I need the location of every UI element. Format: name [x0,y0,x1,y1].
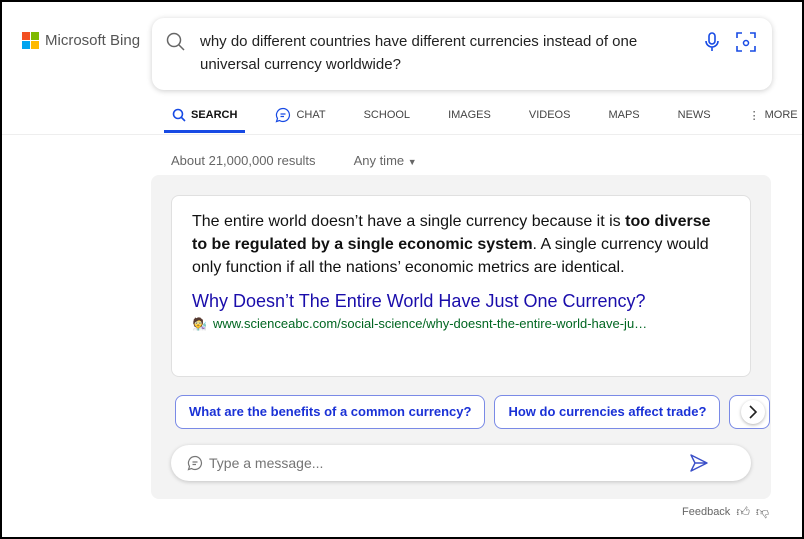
result-link[interactable]: Why Doesn’t The Entire World Have Just O… [192,291,730,312]
microphone-icon[interactable] [704,32,720,52]
answer-pre: The entire world doesn’t have a single c… [192,213,626,230]
tab-school[interactable]: SCHOOL [356,100,418,130]
bing-logo[interactable]: Microsoft Bing [22,32,140,49]
tab-label: IMAGES [448,109,491,121]
caret-down-icon: ▼ [407,157,417,167]
tab-label: MORE [764,109,798,121]
tab-label: CHAT [296,109,326,121]
page: Microsoft Bing why do different countrie… [2,2,802,537]
answer-card: The entire world doesn’t have a single c… [171,195,751,377]
search-box[interactable]: why do different countries have differen… [152,18,772,90]
time-filter[interactable]: Any time ▼ [354,153,417,168]
microsoft-logo-icon [22,32,39,49]
chat-icon [187,455,203,471]
tab-chat[interactable]: CHAT [267,100,333,130]
tab-label: NEWS [677,109,711,121]
tab-maps[interactable]: MAPS [600,100,647,130]
tab-label: VIDEOS [528,109,571,121]
answer-text: The entire world doesn’t have a single c… [192,210,730,279]
result-url[interactable]: www.scienceabc.com/social-science/why-do… [213,316,647,331]
results-count: About 21,000,000 results [171,153,316,168]
site-favicon-icon: 🧑‍🔬 [192,316,207,331]
search-icon [166,32,185,51]
brand-name: Microsoft Bing [45,32,141,49]
feedback-link[interactable]: Feedback [682,506,730,518]
message-box [171,445,751,481]
tab-label: MAPS [608,109,640,121]
thumbs-down-icon[interactable]: 👎︎ [756,504,769,520]
message-input[interactable] [209,455,669,471]
suggestion-chip[interactable]: How do currencies affect trade? [494,395,721,429]
tab-videos[interactable]: VIDEOS [521,100,579,130]
search-icon [172,108,186,122]
suggestion-chip[interactable]: What are the benefits of a common curren… [175,395,486,429]
chat-answer-panel: The entire world doesn’t have a single c… [151,175,771,499]
send-icon[interactable] [689,453,709,473]
tab-label: SCHOOL [363,109,411,121]
more-icon: ⋮ [748,109,760,122]
chat-icon [276,107,291,123]
suggestion-chips: What are the benefits of a common curren… [175,395,771,431]
divider [2,134,802,135]
tab-label: SEARCH [191,109,238,121]
tab-news[interactable]: NEWS [670,100,719,130]
tab-search[interactable]: SEARCH [164,100,246,133]
nav-tabs: SEARCH CHAT SCHOOL IMAGES VIDEOS MAPS NE… [164,100,802,134]
tab-images[interactable]: IMAGES [440,100,499,130]
tab-more[interactable]: ⋮ MORE [741,100,802,130]
feedback-area: Feedback 👍︎ 👎︎ [682,504,769,520]
time-filter-label: Any time [353,153,405,168]
visual-search-icon[interactable] [736,32,756,52]
search-query[interactable]: why do different countries have differen… [200,30,680,76]
thumbs-up-icon[interactable]: 👍︎ [736,504,750,520]
chevron-right-icon[interactable] [741,400,765,424]
